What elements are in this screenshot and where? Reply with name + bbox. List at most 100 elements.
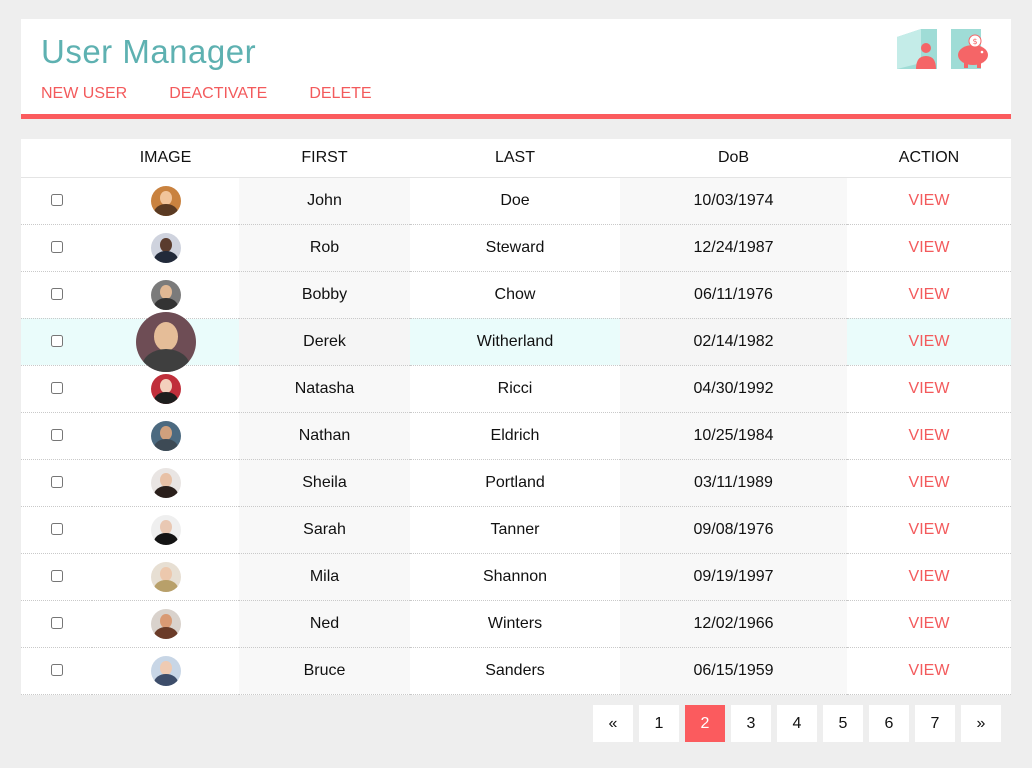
delete-button[interactable]: DELETE: [309, 85, 371, 103]
row-checkbox[interactable]: [50, 570, 63, 582]
column-header-first[interactable]: FIRST: [239, 139, 410, 178]
avatar[interactable]: [150, 232, 181, 263]
row-checkbox-cell: [21, 459, 92, 507]
dob-cell: 12/02/1966: [620, 600, 847, 648]
table-row[interactable]: Nathan Eldrich 10/25/1984 VIEW: [21, 412, 1011, 460]
avatar-cell: [92, 600, 239, 648]
first-name-cell: John: [239, 177, 410, 225]
svg-text:$: $: [972, 37, 977, 46]
avatar[interactable]: [150, 467, 181, 498]
column-header-image[interactable]: IMAGE: [92, 139, 239, 178]
view-link[interactable]: VIEW: [847, 647, 1011, 695]
row-checkbox-cell: [21, 318, 92, 366]
table-row[interactable]: Sheila Portland 03/11/1989 VIEW: [21, 459, 1011, 507]
avatar-body: [153, 298, 178, 310]
last-name-cell: Chow: [410, 271, 620, 319]
page-button-2[interactable]: 2: [685, 705, 725, 742]
dob-cell: 09/19/1997: [620, 553, 847, 601]
row-checkbox[interactable]: [50, 194, 63, 206]
avatar[interactable]: [150, 608, 181, 639]
avatar-cell: [92, 506, 239, 554]
row-checkbox[interactable]: [50, 523, 63, 535]
page-button-1[interactable]: 1: [639, 705, 679, 742]
avatar[interactable]: [135, 311, 196, 372]
avatar[interactable]: [150, 420, 181, 451]
avatar-body: [153, 580, 178, 592]
table-row[interactable]: Mila Shannon 09/19/1997 VIEW: [21, 553, 1011, 601]
first-name-cell: Bobby: [239, 271, 410, 319]
next-page-button[interactable]: »: [961, 705, 1001, 742]
row-checkbox[interactable]: [50, 429, 63, 441]
column-header-dob[interactable]: DoB: [620, 139, 847, 178]
column-header-select: [21, 139, 92, 178]
table-row[interactable]: Natasha Ricci 04/30/1992 VIEW: [21, 365, 1011, 413]
avatar[interactable]: [150, 279, 181, 310]
first-name-cell: Mila: [239, 553, 410, 601]
first-name-cell: Bruce: [239, 647, 410, 695]
view-link[interactable]: VIEW: [847, 271, 1011, 319]
table-header: IMAGE FIRST LAST DoB ACTION: [21, 139, 1011, 178]
table-row[interactable]: Rob Steward 12/24/1987 VIEW: [21, 224, 1011, 272]
first-name-cell: Derek: [239, 318, 410, 366]
avatar-cell: [92, 553, 239, 601]
view-link[interactable]: VIEW: [847, 412, 1011, 460]
row-checkbox[interactable]: [50, 664, 63, 676]
row-checkbox[interactable]: [50, 382, 63, 394]
view-link[interactable]: VIEW: [847, 506, 1011, 554]
table-row[interactable]: John Doe 10/03/1974 VIEW: [21, 177, 1011, 225]
table-row[interactable]: Bruce Sanders 06/15/1959 VIEW: [21, 647, 1011, 695]
table-row[interactable]: Derek Witherland 02/14/1982 VIEW: [21, 311, 1011, 372]
users-table: IMAGE FIRST LAST DoB ACTION John Doe 10/03…: [21, 139, 1011, 695]
pagination: « 1 2 3 4 5 6 7 »: [587, 705, 1001, 742]
deactivate-button[interactable]: DEACTIVATE: [169, 85, 267, 103]
last-name-cell: Sanders: [410, 647, 620, 695]
row-checkbox[interactable]: [50, 335, 63, 347]
avatar-body: [153, 204, 178, 216]
page-button-3[interactable]: 3: [731, 705, 771, 742]
avatar[interactable]: [150, 655, 181, 686]
row-checkbox-cell: [21, 224, 92, 272]
page-button-6[interactable]: 6: [869, 705, 909, 742]
view-link[interactable]: VIEW: [847, 600, 1011, 648]
view-link[interactable]: VIEW: [847, 318, 1011, 366]
avatar-body: [153, 533, 178, 545]
last-name-cell: Doe: [410, 177, 620, 225]
row-checkbox[interactable]: [50, 617, 63, 629]
view-link[interactable]: VIEW: [847, 224, 1011, 272]
avatar-body: [153, 627, 178, 639]
avatar-cell: [92, 271, 239, 319]
page-button-5[interactable]: 5: [823, 705, 863, 742]
table-row[interactable]: Bobby Chow 06/11/1976 VIEW: [21, 271, 1011, 319]
avatar[interactable]: [150, 373, 181, 404]
avatar[interactable]: [150, 561, 181, 592]
page-title: User Manager: [41, 33, 257, 70]
last-name-cell: Ricci: [410, 365, 620, 413]
new-user-button[interactable]: NEW USER: [41, 85, 127, 103]
row-checkbox[interactable]: [50, 476, 63, 488]
piggy-bank-icon[interactable]: $: [951, 29, 991, 69]
avatar[interactable]: [150, 514, 181, 545]
avatar-body: [153, 439, 178, 451]
row-checkbox-cell: [21, 177, 92, 225]
avatar-body: [153, 674, 178, 686]
prev-page-button[interactable]: «: [593, 705, 633, 742]
view-link[interactable]: VIEW: [847, 553, 1011, 601]
avatar-body: [153, 251, 178, 263]
view-link[interactable]: VIEW: [847, 365, 1011, 413]
row-checkbox[interactable]: [50, 288, 63, 300]
table-row[interactable]: Sarah Tanner 09/08/1976 VIEW: [21, 506, 1011, 554]
page-button-7[interactable]: 7: [915, 705, 955, 742]
avatar-cell: [92, 459, 239, 507]
dob-cell: 02/14/1982: [620, 318, 847, 366]
user-profile-icon[interactable]: [897, 29, 937, 69]
first-name-cell: Nathan: [239, 412, 410, 460]
table-row[interactable]: Ned Winters 12/02/1966 VIEW: [21, 600, 1011, 648]
row-checkbox-cell: [21, 506, 92, 554]
avatar[interactable]: [150, 185, 181, 216]
view-link[interactable]: VIEW: [847, 459, 1011, 507]
row-checkbox[interactable]: [50, 241, 63, 253]
view-link[interactable]: VIEW: [847, 177, 1011, 225]
page-button-4[interactable]: 4: [777, 705, 817, 742]
row-checkbox-cell: [21, 271, 92, 319]
column-header-last[interactable]: LAST: [410, 139, 620, 178]
